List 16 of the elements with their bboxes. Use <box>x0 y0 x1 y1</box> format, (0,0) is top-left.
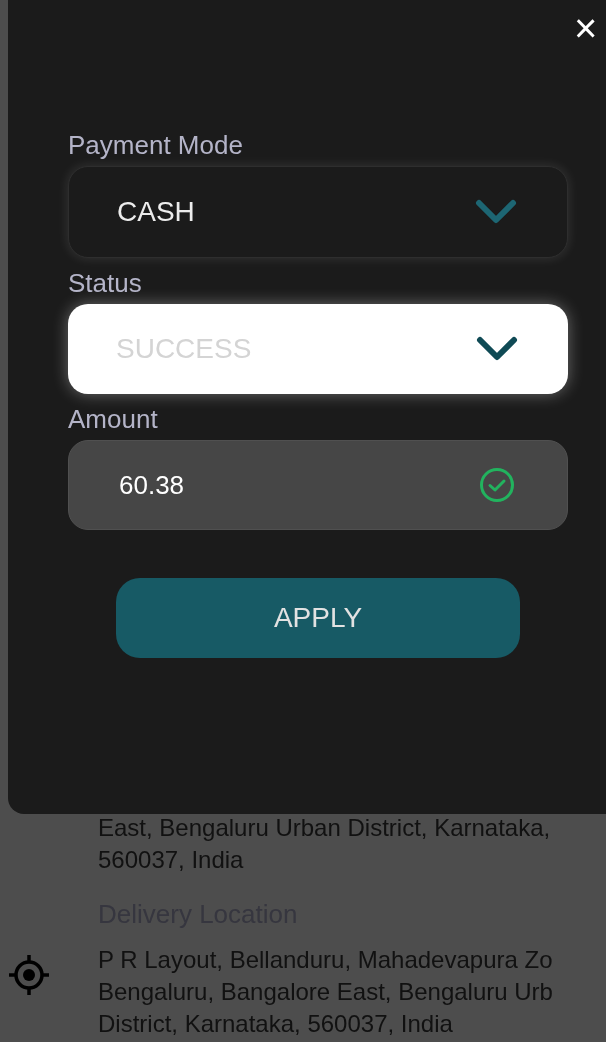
selected-value: CASH <box>117 195 195 229</box>
field-label: Amount <box>68 403 159 436</box>
address-text: Bengaluru, Bangalore East, Bengaluru Urb <box>98 977 553 1007</box>
address-text: P R Layout, Bellanduru, Mahadevapura Zo <box>98 945 553 975</box>
address-text: East, Bengaluru Urban District, Karnataka, <box>98 813 552 843</box>
target-icon <box>8 954 50 996</box>
field-label: Status <box>68 267 143 300</box>
dropdown-field[interactable]: CASH <box>68 166 568 258</box>
address-text: 560037, India <box>98 845 245 875</box>
chevron-down-icon <box>475 199 517 225</box>
close-button[interactable]: × <box>574 8 598 48</box>
apply-button[interactable]: APPLY <box>116 578 520 658</box>
address-text: District, Karnataka, 560037, India <box>98 1009 454 1039</box>
chevron-down-icon <box>476 336 518 362</box>
field-label: Payment Mode <box>68 129 244 162</box>
input-field[interactable]: 60.38 <box>68 440 568 530</box>
